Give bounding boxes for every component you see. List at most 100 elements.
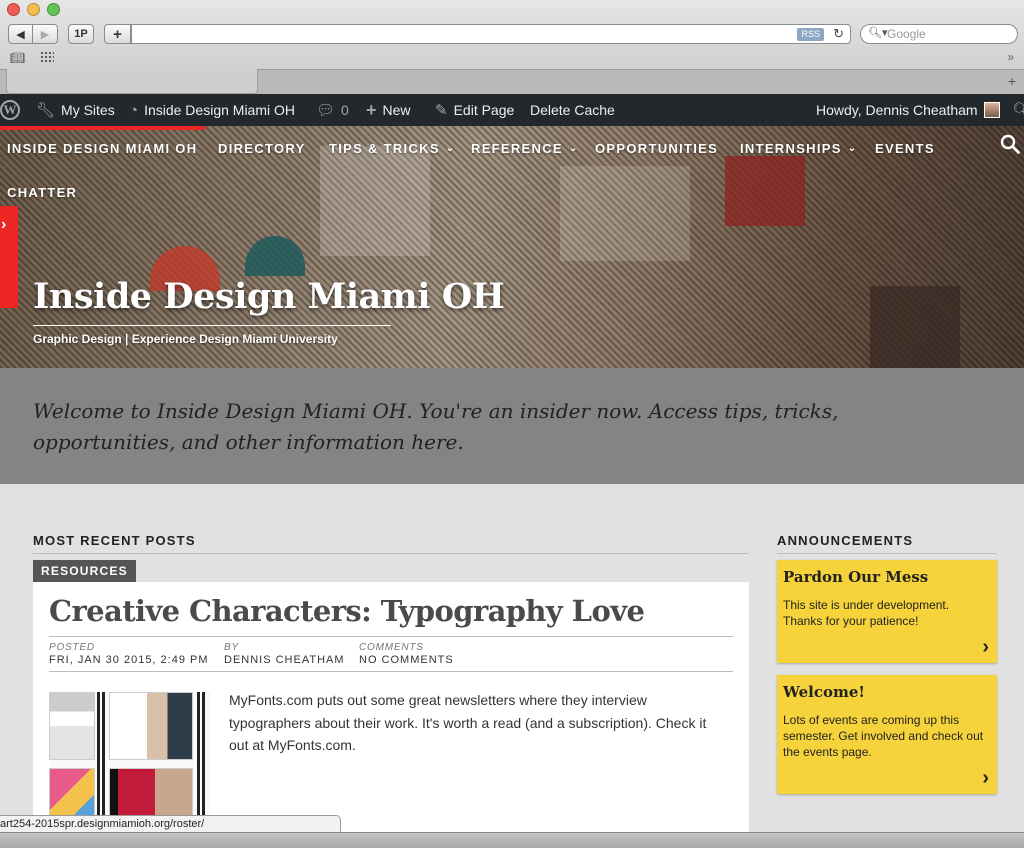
site-title[interactable]: Inside Design Miami OH [33, 276, 505, 317]
nav-tips-tricks[interactable]: TIPS & TRICKS ⌄ [329, 141, 455, 156]
post-meta: POSTED FRI, JAN 30 2015, 2:49 PM BY DENN… [49, 636, 733, 672]
nav-chatter-label: CHATTER [7, 185, 78, 200]
category-badge[interactable]: RESOURCES [33, 560, 136, 582]
thumb-cell [49, 692, 95, 760]
comments-link[interactable]: NO COMMENTS [359, 654, 454, 666]
site-name-menu[interactable]: ◔ Inside Design Miami OH [129, 94, 295, 126]
greeting-label: Howdy, Dennis Cheatham [816, 102, 978, 118]
forward-button[interactable]: ▶ [33, 24, 58, 44]
search-field[interactable]: 🔍︎▾ Google [860, 24, 1018, 44]
nav-reference[interactable]: REFERENCE ⌄ [471, 141, 579, 156]
chevron-right-icon[interactable]: › [982, 636, 989, 659]
bookmarks-book-icon[interactable]: 📖︎ [10, 51, 25, 65]
post-thumbnail[interactable] [49, 692, 211, 832]
announcement-title: Pardon Our Mess [783, 568, 929, 586]
address-bar[interactable]: RSS ↻ [131, 24, 851, 44]
nav-internships[interactable]: INTERNSHIPS ⌄ [740, 141, 857, 156]
new-content-menu[interactable]: + New [366, 94, 411, 126]
hero-banner: INSIDE DESIGN MIAMI OH DIRECTORY TIPS & … [0, 126, 1024, 368]
announcement-body: Lots of events are coming up this semest… [783, 713, 984, 759]
welcome-band: Welcome to Inside Design Miami OH. You'r… [0, 368, 1024, 484]
new-tab-button[interactable]: + [1008, 73, 1016, 89]
top-sites-grid-icon[interactable] [40, 51, 54, 62]
primary-nav: INSIDE DESIGN MIAMI OH DIRECTORY TIPS & … [0, 126, 1024, 206]
announcement-title: Welcome! [783, 683, 866, 701]
post-card: Creative Characters: Typography Love POS… [33, 582, 749, 832]
my-sites-label: My Sites [61, 102, 115, 118]
site-tagline: Graphic Design | Experience Design Miami… [33, 332, 338, 346]
comments-menu[interactable]: 💬︎ 0 [316, 94, 349, 126]
close-window-button[interactable] [7, 3, 20, 16]
by-label: BY [224, 642, 239, 653]
minimize-window-button[interactable] [27, 3, 40, 16]
recent-posts-heading: MOST RECENT POSTS [33, 533, 749, 554]
meta-comments: COMMENTS NO COMMENTS [359, 642, 454, 666]
nav-directory-label: DIRECTORY [218, 141, 306, 156]
edit-page-label: Edit Page [453, 102, 515, 118]
account-menu[interactable]: Howdy, Dennis Cheatham [816, 94, 1000, 126]
comment-icon: 💬︎ [316, 102, 336, 119]
window-bottom-bar [0, 832, 1024, 848]
nav-chatter[interactable]: CHATTER [7, 185, 77, 200]
my-sites-menu[interactable]: 🔧︎ My Sites [36, 94, 115, 126]
main-content: MOST RECENT POSTS RESOURCES Creative Cha… [0, 484, 1024, 832]
new-label: New [382, 102, 411, 118]
window-controls [7, 3, 60, 16]
wrench-icon: 🔧︎ [36, 102, 56, 119]
meta-author: BY DENNIS CHEATHAM [224, 642, 345, 666]
delete-cache-label: Delete Cache [530, 102, 615, 118]
nav-opportunities[interactable]: OPPORTUNITIES [595, 141, 718, 156]
nav-reference-label: REFERENCE [471, 141, 563, 156]
chevron-down-icon: ⌄ [847, 143, 858, 154]
add-bookmark-button[interactable]: + [104, 24, 131, 44]
announcements-heading: ANNOUNCEMENTS [777, 533, 997, 554]
more-bookmarks-icon[interactable]: » [1007, 50, 1014, 64]
active-tab[interactable] [6, 69, 258, 94]
posted-label: POSTED [49, 642, 95, 653]
link-status-bar: art254-2015spr.designmiamioh.org/roster/ [0, 815, 341, 833]
comments-count: 0 [341, 102, 349, 118]
post-title[interactable]: Creative Characters: Typography Love [49, 594, 645, 628]
rss-button[interactable]: RSS [797, 28, 824, 41]
search-icon[interactable] [1000, 134, 1020, 154]
hero-decor-dark [870, 286, 960, 368]
wp-logo-menu[interactable]: W [0, 94, 20, 126]
nav-events[interactable]: EVENTS [875, 141, 935, 156]
tab-strip: + [0, 69, 1024, 94]
back-button[interactable]: ◀ [8, 24, 33, 44]
reload-icon[interactable]: ↻ [833, 26, 844, 42]
post-excerpt: MyFonts.com puts out some great newslett… [229, 692, 707, 753]
sidebar-toggle-tab[interactable]: › [0, 206, 18, 308]
search-placeholder: Google [887, 27, 926, 41]
nav-tips-label: TIPS & TRICKS [329, 141, 440, 156]
thumb-cell [109, 692, 193, 760]
accent-strip [0, 126, 205, 130]
wordpress-logo-icon: W [0, 100, 20, 120]
announcement-card[interactable]: Pardon Our Mess This site is under devel… [777, 560, 997, 663]
edit-page-link[interactable]: ✎ Edit Page [435, 94, 514, 126]
search-icon: 🔍︎ [1012, 102, 1024, 119]
chevron-down-icon: ⌄ [568, 143, 579, 154]
title-divider [33, 325, 391, 326]
announcement-body: This site is under development. Thanks f… [783, 598, 950, 628]
chevron-right-icon: › [1, 216, 7, 233]
welcome-text: Welcome to Inside Design Miami OH. You'r… [33, 399, 839, 454]
delete-cache-link[interactable]: Delete Cache [530, 94, 615, 126]
history-buttons: ◀ ▶ [8, 24, 58, 44]
nav-directory[interactable]: DIRECTORY [218, 141, 306, 156]
hero-decor-teal [245, 236, 305, 276]
nav-home[interactable]: INSIDE DESIGN MIAMI OH [7, 141, 197, 156]
meta-posted: POSTED FRI, JAN 30 2015, 2:49 PM [49, 642, 209, 666]
author-link[interactable]: DENNIS CHEATHAM [224, 654, 345, 666]
nav-internships-label: INTERNSHIPS [740, 141, 842, 156]
chevron-right-icon[interactable]: › [982, 767, 989, 790]
announcement-card[interactable]: Welcome! Lots of events are coming up th… [777, 675, 997, 794]
thumb-bars [197, 692, 205, 832]
browser-toolbar: ◀ ▶ 1P + RSS ↻ 🔍︎▾ Google 📖︎ » + [0, 0, 1024, 94]
1password-button[interactable]: 1P [68, 24, 94, 44]
zoom-window-button[interactable] [47, 3, 60, 16]
admin-search-button[interactable]: 🔍︎ [1012, 94, 1024, 126]
nav-opportunities-label: OPPORTUNITIES [595, 141, 719, 156]
site-name-label: Inside Design Miami OH [144, 102, 295, 118]
avatar [983, 102, 1000, 118]
